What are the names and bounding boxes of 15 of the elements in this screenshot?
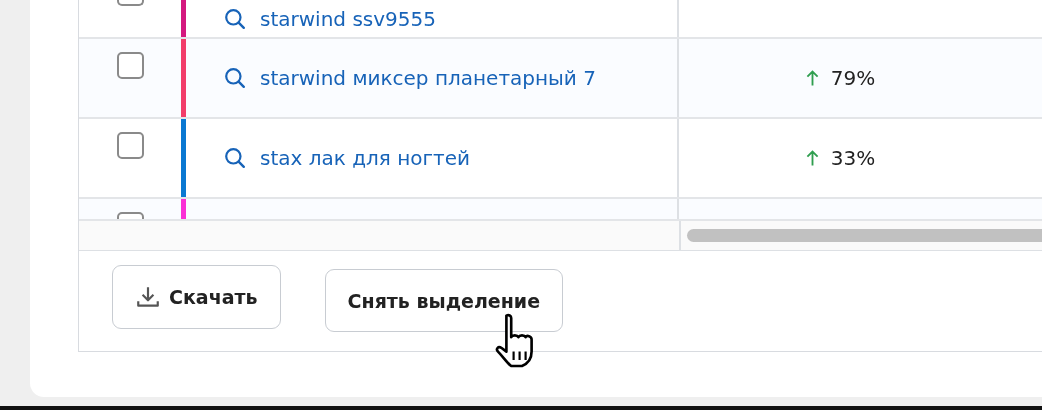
download-button[interactable]: Скачать [112, 265, 281, 329]
checkbox[interactable] [116, 0, 144, 6]
query-link[interactable]: starwind ssv9555 [260, 6, 436, 31]
query-link[interactable]: starwind миксер планетарный 7 [260, 66, 596, 90]
change-value: 79% [830, 66, 876, 90]
checkbox[interactable] [116, 52, 144, 79]
search-icon[interactable] [224, 147, 246, 169]
change-value: 33% [830, 146, 876, 170]
search-icon[interactable] [224, 67, 246, 89]
search-icon[interactable] [224, 7, 246, 30]
query-link[interactable]: stax лак для ногтей [260, 146, 470, 170]
download-icon [135, 284, 161, 310]
checkbox[interactable] [116, 132, 144, 159]
scrollbar[interactable] [687, 229, 1042, 242]
deselect-button[interactable]: Снять выделение [324, 269, 564, 332]
